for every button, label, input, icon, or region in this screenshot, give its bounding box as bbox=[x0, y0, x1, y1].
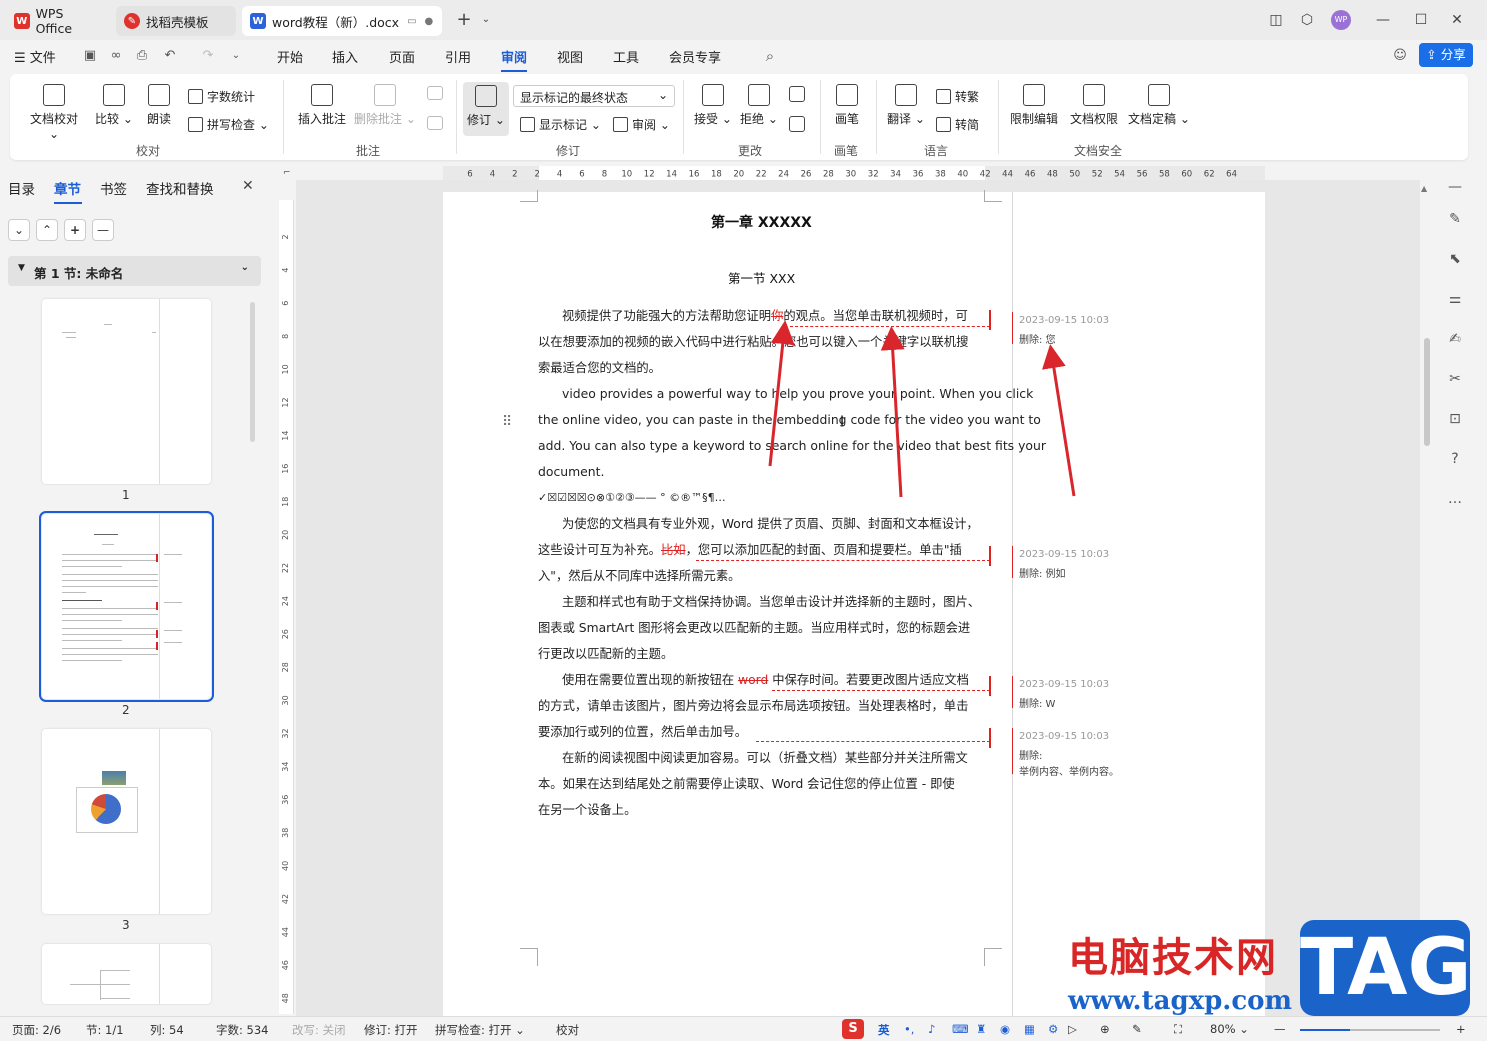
edit-pen-icon[interactable]: ✎ bbox=[1446, 210, 1464, 228]
mic-icon[interactable]: ♪ bbox=[928, 1022, 935, 1036]
scrollbar-thumb[interactable] bbox=[1424, 338, 1430, 446]
game-icon[interactable]: ◉ bbox=[1000, 1022, 1010, 1036]
ime-punct-icon[interactable]: •, bbox=[904, 1022, 914, 1036]
status-page[interactable]: 页面: 2/6 bbox=[12, 1022, 61, 1038]
zoom-out-icon[interactable]: — bbox=[1274, 1022, 1286, 1036]
sign-icon[interactable]: ✍ bbox=[1446, 330, 1464, 348]
book-icon[interactable]: ⊡ bbox=[1446, 410, 1464, 428]
status-bar: 页面: 2/6 节: 1/1 列: 54 字数: 534 改写: 关闭 修订: … bbox=[0, 1016, 1487, 1041]
more-icon[interactable]: … bbox=[1446, 490, 1464, 508]
zoom-in-icon[interactable]: + bbox=[1456, 1022, 1466, 1036]
zoom-level[interactable]: 80% ⌄ bbox=[1210, 1022, 1249, 1036]
grid-icon[interactable]: ▦ bbox=[1024, 1022, 1035, 1036]
zoom-slider-fill bbox=[1300, 1029, 1350, 1031]
select-cursor-icon[interactable]: ⬉ bbox=[1446, 250, 1464, 268]
status-proofing[interactable]: 校对 bbox=[556, 1022, 579, 1038]
status-section[interactable]: 节: 1/1 bbox=[86, 1022, 124, 1038]
keyboard-icon[interactable]: ⌨ bbox=[952, 1022, 969, 1036]
help-icon[interactable]: ? bbox=[1446, 450, 1464, 468]
status-column[interactable]: 列: 54 bbox=[150, 1022, 184, 1038]
red-arrow bbox=[1042, 344, 1076, 497]
watermark-url-text: www.tagxp.com bbox=[1068, 986, 1293, 1016]
globe-icon[interactable]: ⊕ bbox=[1100, 1022, 1110, 1036]
play-icon[interactable]: ▷ bbox=[1068, 1022, 1077, 1036]
status-spell-check[interactable]: 拼写检查: 打开 ⌄ bbox=[435, 1022, 525, 1038]
settings-gear-icon[interactable]: ⚙ bbox=[1048, 1022, 1058, 1036]
red-arrow bbox=[768, 320, 795, 467]
status-track-changes[interactable]: 修订: 打开 bbox=[364, 1022, 418, 1038]
collapse-icon[interactable]: — bbox=[1446, 178, 1464, 196]
skin-icon[interactable]: ♜ bbox=[976, 1022, 986, 1036]
sliders-icon[interactable]: ⚌ bbox=[1446, 290, 1464, 308]
zoom-slider[interactable] bbox=[1300, 1029, 1440, 1031]
watermark-tag-logo: TAG bbox=[1300, 920, 1472, 1016]
pen-status-icon[interactable]: ✎ bbox=[1132, 1022, 1142, 1036]
watermark-cn-text: 电脑技术网 bbox=[1068, 935, 1278, 981]
fit-page-icon[interactable]: ⛶ bbox=[1174, 1022, 1182, 1037]
annotation-arrows bbox=[768, 320, 1076, 498]
right-toolbar: — ✎ ⬉ ⚌ ✍ ✂ ⊡ ? … bbox=[1436, 166, 1487, 1016]
document-scrollbar[interactable]: ▲ ▼ bbox=[1420, 180, 1432, 1016]
ime-logo-icon[interactable]: S bbox=[842, 1019, 864, 1039]
status-word-count[interactable]: 字数: 534 bbox=[216, 1022, 268, 1038]
scroll-up-icon: ▲ bbox=[1421, 184, 1428, 193]
ime-mode[interactable]: 英 bbox=[878, 1022, 890, 1038]
red-arrow bbox=[880, 326, 905, 498]
tools-icon[interactable]: ✂ bbox=[1446, 370, 1464, 388]
status-overtype[interactable]: 改写: 关闭 bbox=[292, 1022, 346, 1038]
